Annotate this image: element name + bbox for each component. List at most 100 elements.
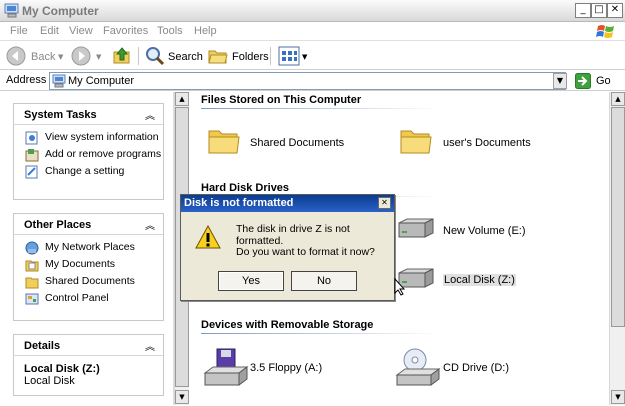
collapse-chevron-icon[interactable]: ︽ (145, 338, 155, 353)
folders-button-label[interactable]: Folders (232, 51, 269, 63)
floppy-drive-icon[interactable] (203, 347, 249, 387)
collapse-chevron-icon[interactable]: ︽ (145, 107, 155, 122)
place-my-documents[interactable]: My Documents (14, 258, 163, 272)
place-label: Shared Documents (45, 275, 135, 287)
system-tasks-panel: System Tasks ︽ View system information A… (13, 103, 164, 200)
window-title: My Computer (22, 4, 99, 18)
back-arrow-icon[interactable] (6, 46, 26, 66)
dialog-message-line2: Do you want to format it now? (236, 246, 375, 258)
cd-drive-icon[interactable] (395, 347, 441, 387)
close-button[interactable]: ✕ (607, 3, 623, 18)
other-places-header[interactable]: Other Places ︽ (14, 214, 163, 235)
maximize-button[interactable]: □ (591, 3, 607, 18)
address-input[interactable]: My Computer (49, 72, 566, 90)
local-disk-z-label[interactable]: Local Disk (Z:) (443, 274, 516, 286)
network-places-icon (25, 241, 39, 255)
address-bar: Address My Computer ▼ Go (0, 71, 625, 91)
place-my-network-places[interactable]: My Network Places (14, 241, 163, 255)
group-files-title: Files Stored on This Computer (201, 94, 362, 106)
windows-logo-icon (596, 25, 614, 38)
no-button[interactable]: No (291, 271, 357, 291)
disk-not-formatted-dialog: Disk is not formatted ✕ The disk in driv… (180, 194, 395, 301)
up-folder-icon[interactable] (112, 46, 132, 66)
group-removable-title: Devices with Removable Storage (201, 319, 374, 331)
collapse-chevron-icon[interactable]: ︽ (145, 217, 155, 232)
menu-file[interactable]: File (10, 25, 28, 37)
dialog-close-button[interactable]: ✕ (378, 197, 391, 209)
mouse-cursor-icon (394, 278, 406, 296)
details-header[interactable]: Details ︽ (14, 335, 163, 356)
dialog-title-bar[interactable]: Disk is not formatted ✕ (181, 195, 394, 212)
scroll-up-button[interactable]: ▲ (175, 92, 189, 106)
menu-tools[interactable]: Tools (157, 25, 183, 37)
forward-arrow-icon[interactable] (71, 46, 91, 66)
system-tasks-title: System Tasks (24, 109, 97, 121)
control-panel-icon (25, 293, 39, 305)
system-tasks-header[interactable]: System Tasks ︽ (14, 104, 163, 125)
menu-edit[interactable]: Edit (40, 25, 59, 37)
folder-icon[interactable] (207, 127, 241, 155)
toolbar-separator (138, 47, 139, 65)
task-add-remove-programs[interactable]: Add or remove programs (14, 148, 163, 162)
title-bar[interactable]: My Computer _ □ ✕ (0, 0, 625, 22)
details-name: Local Disk (Z:) (24, 363, 100, 375)
hard-drive-icon[interactable] (395, 217, 437, 241)
details-panel: Details ︽ Local Disk (Z:) Local Disk (13, 334, 164, 396)
menu-help[interactable]: Help (194, 25, 217, 37)
other-places-title: Other Places (24, 219, 92, 231)
new-volume-e-label[interactable]: New Volume (E:) (443, 225, 526, 237)
place-label: My Documents (45, 258, 116, 270)
warning-icon (195, 225, 221, 249)
back-button-label[interactable]: Back (31, 51, 55, 63)
minimize-button[interactable]: _ (575, 3, 591, 18)
views-dropdown-icon[interactable]: ▼ (302, 53, 307, 61)
search-button-label[interactable]: Search (168, 51, 203, 63)
shared-documents-icon (25, 277, 39, 289)
my-documents-icon (25, 260, 39, 272)
task-label: Add or remove programs (45, 148, 162, 160)
go-arrow-icon[interactable] (575, 73, 591, 89)
back-dropdown-icon[interactable]: ▼ (58, 53, 63, 61)
place-shared-documents[interactable]: Shared Documents (14, 275, 163, 289)
scroll-down-button[interactable]: ▼ (611, 390, 625, 404)
details-type: Local Disk (24, 375, 75, 387)
toolbar: Back ▼ ▼ Search Folders ▼ (0, 42, 625, 70)
file-view-scrollbar[interactable]: ▲ ▼ (609, 92, 625, 405)
go-button-label[interactable]: Go (596, 75, 611, 87)
scroll-thumb[interactable] (611, 107, 625, 327)
group-hdd-title: Hard Disk Drives (201, 182, 290, 194)
details-title: Details (24, 340, 61, 352)
address-value: My Computer (68, 75, 135, 87)
cd-drive-d-label[interactable]: CD Drive (D:) (443, 362, 509, 374)
menu-favorites[interactable]: Favorites (103, 25, 148, 37)
folder-icon[interactable] (399, 127, 433, 155)
address-dropdown-button[interactable]: ▼ (553, 73, 567, 89)
place-label: Control Panel (45, 292, 109, 304)
group-divider (201, 333, 439, 334)
users-documents-label[interactable]: user's Documents (443, 137, 531, 149)
floppy-a-label[interactable]: 3.5 Floppy (A:) (250, 362, 322, 374)
my-computer-icon (52, 74, 66, 88)
task-view-system-information[interactable]: View system information (14, 131, 163, 145)
other-places-panel: Other Places ︽ My Network Places My Docu… (13, 213, 164, 321)
place-label: My Network Places (45, 241, 135, 253)
forward-dropdown-icon[interactable]: ▼ (96, 53, 101, 61)
dialog-title: Disk is not formatted (184, 197, 294, 209)
add-remove-programs-icon (25, 149, 39, 162)
dialog-message-line1: The disk in drive Z is not formatted. (236, 223, 350, 247)
task-change-setting[interactable]: Change a setting (14, 165, 163, 179)
menu-view[interactable]: View (69, 25, 93, 37)
yes-button[interactable]: Yes (218, 271, 284, 291)
scroll-up-button[interactable]: ▲ (611, 92, 625, 106)
search-icon[interactable] (144, 46, 166, 66)
scroll-down-button[interactable]: ▼ (175, 390, 189, 404)
folders-icon[interactable] (207, 46, 229, 66)
views-icon[interactable] (278, 46, 300, 66)
address-label: Address (6, 74, 47, 86)
settings-icon (25, 165, 38, 179)
task-pane: System Tasks ︽ View system information A… (0, 92, 174, 405)
toolbar-separator (270, 47, 271, 65)
my-computer-icon (4, 3, 19, 18)
place-control-panel[interactable]: Control Panel (14, 292, 163, 305)
shared-documents-label[interactable]: Shared Documents (250, 137, 344, 149)
